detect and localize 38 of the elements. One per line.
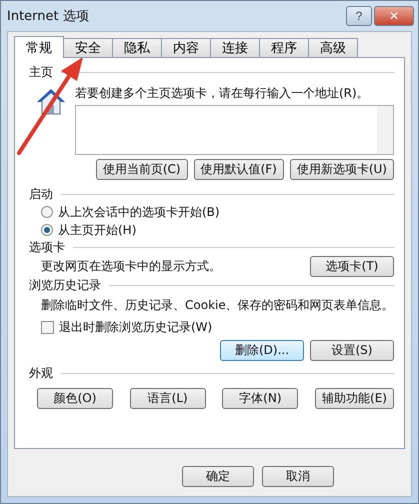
appearance-button[interactable]: 颜色(O)	[37, 388, 113, 409]
option-label: 从上次会话中的选项卡开始(B)	[58, 204, 220, 220]
tab[interactable]: 安全	[63, 38, 113, 58]
checkbox-label: 退出时删除浏览历史记录(W)	[59, 318, 212, 336]
dialog-button[interactable]: 确定	[182, 466, 254, 487]
tab[interactable]: 连接	[210, 38, 260, 58]
appearance-button[interactable]: 辅助功能(E)	[315, 388, 394, 409]
section-heading: 选项卡	[29, 239, 65, 256]
appearance-button[interactable]: 语言(L)	[130, 388, 206, 409]
section-heading: 浏览历史记录	[29, 277, 101, 294]
history-button[interactable]: 设置(S)	[310, 340, 394, 361]
home-page-button[interactable]: 使用当前页(C)	[96, 159, 188, 180]
history-button[interactable]: 删除(D)...	[220, 340, 304, 361]
tabs-settings-button[interactable]: 选项卡(T)	[310, 256, 394, 277]
home-page-button[interactable]: 使用新选项卡(U)	[290, 159, 394, 180]
radio-button[interactable]	[41, 206, 53, 218]
address-field[interactable]	[75, 105, 394, 155]
option-label: 从主页开始(H)	[58, 222, 136, 238]
tab[interactable]: 内容	[161, 38, 211, 58]
appearance-button[interactable]: 字体(N)	[222, 388, 298, 409]
description-text: 更改网页在选项卡中的显示方式。	[41, 258, 221, 275]
home-page-button[interactable]: 使用默认值(F)	[194, 159, 284, 180]
house-icon	[35, 87, 67, 117]
help-button[interactable]: ?	[346, 6, 372, 26]
window-title: Internet 选项	[7, 8, 90, 25]
dialog-button[interactable]: 取消	[262, 466, 334, 487]
instruction-text: 若要创建多个主页选项卡，请在每行输入一个地址(R)。	[75, 85, 370, 102]
description-text: 删除临时文件、历史记录、Cookie、保存的密码和网页表单信息。	[41, 297, 394, 314]
checkbox[interactable]	[41, 320, 54, 334]
tab[interactable]: 隐私	[112, 38, 162, 58]
section-heading: 外观	[29, 365, 53, 382]
section-heading: 主页	[29, 64, 53, 81]
scroll-bar	[377, 106, 393, 154]
tab[interactable]: 程序	[259, 38, 309, 58]
section-heading: 启动	[29, 186, 53, 203]
tab[interactable]: 高级	[308, 38, 358, 58]
radio-button[interactable]	[41, 224, 53, 236]
tab[interactable]: 常规	[14, 36, 64, 58]
